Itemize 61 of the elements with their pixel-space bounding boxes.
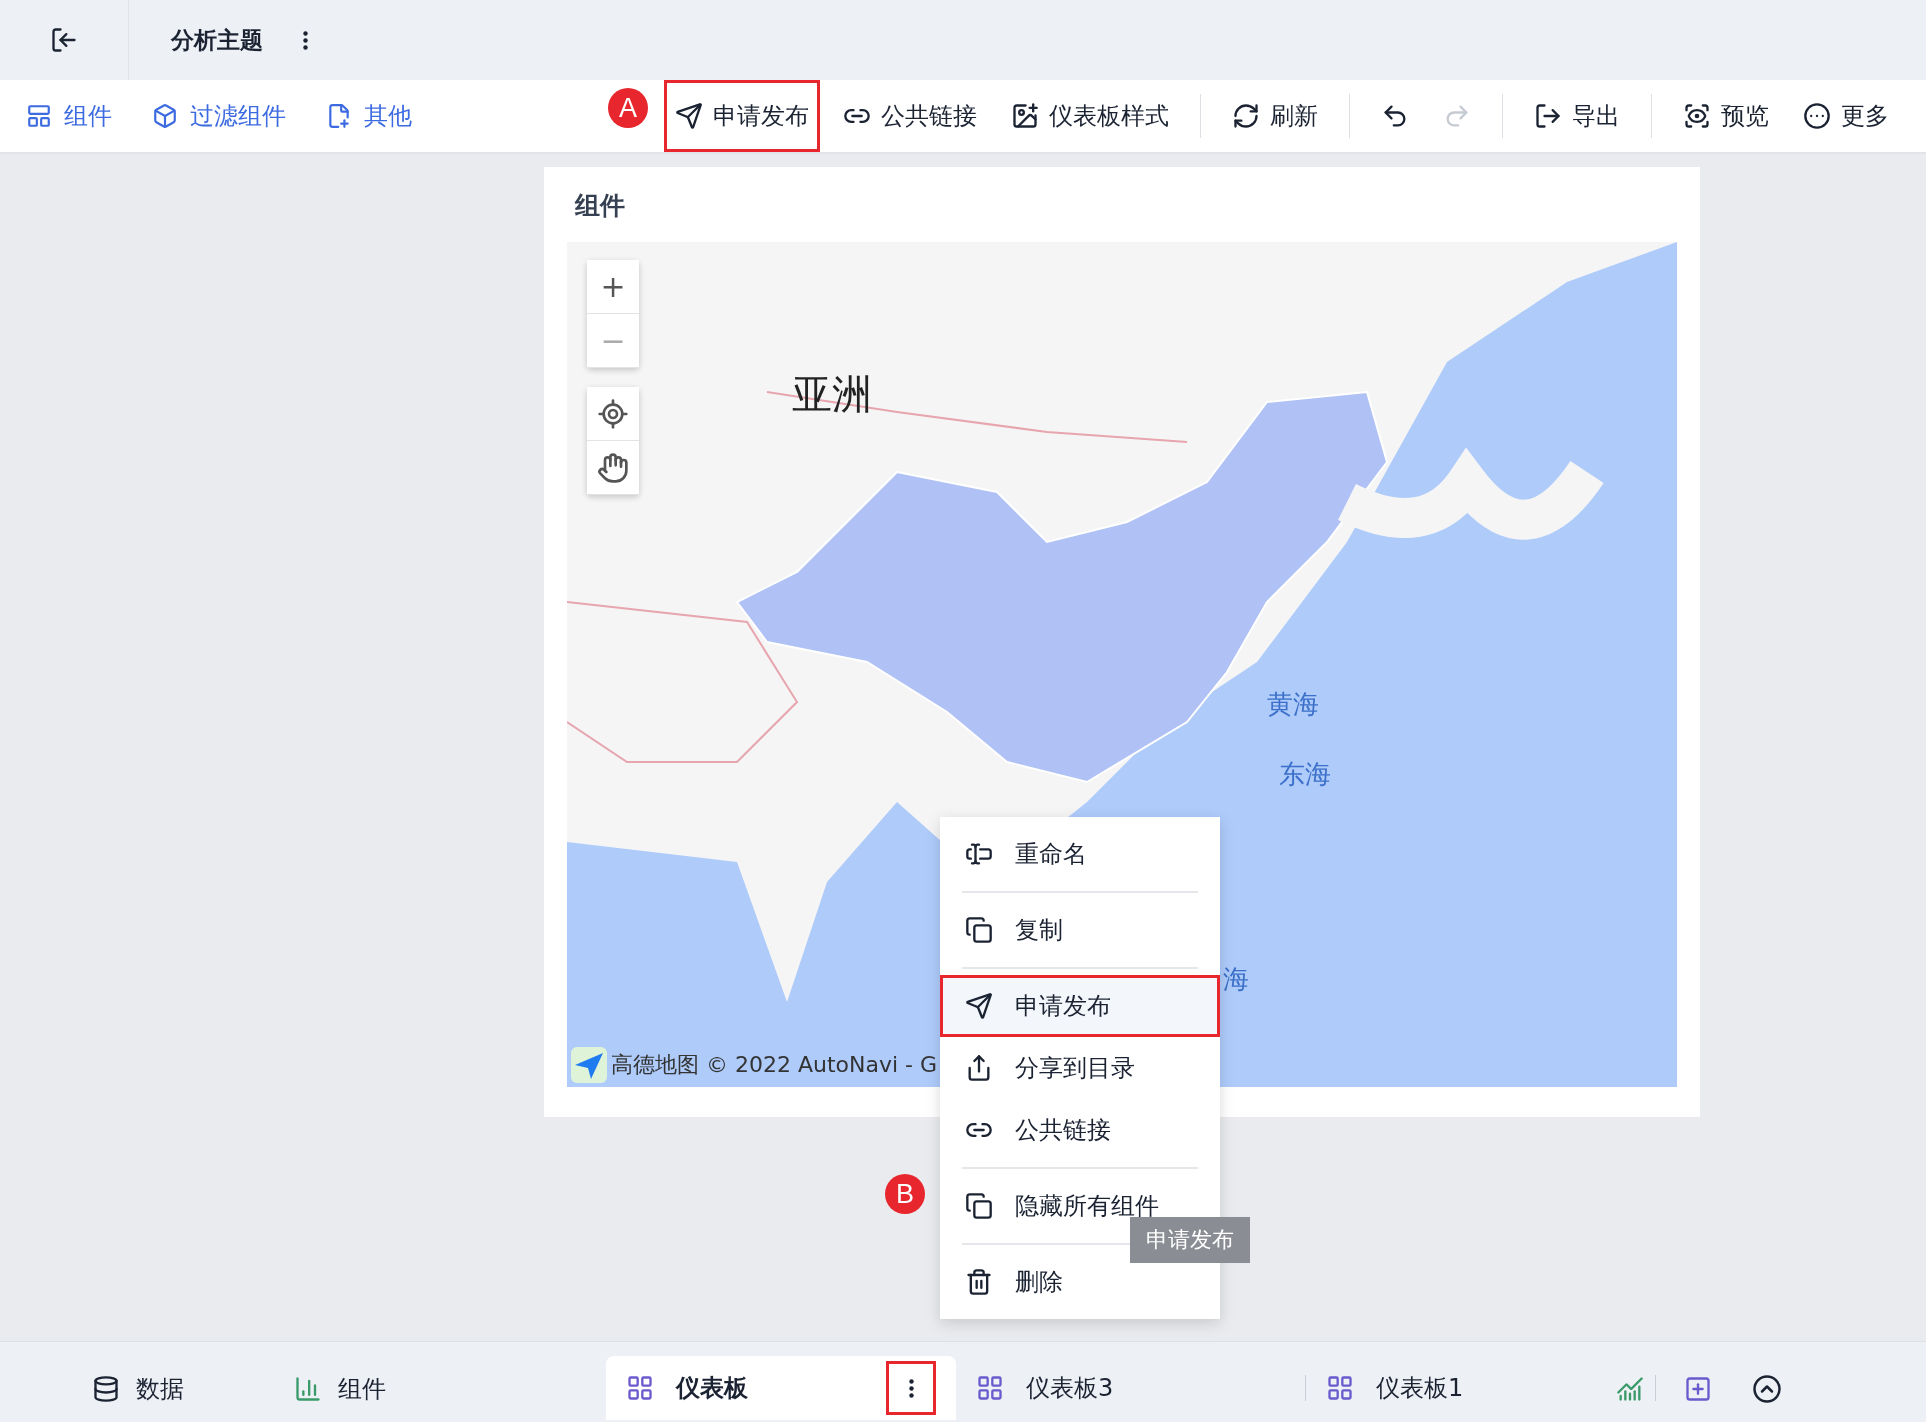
menu-icon <box>965 992 993 1020</box>
map-label: 黄海 <box>1267 688 1319 721</box>
widget-icon <box>326 103 352 129</box>
toolbar-icon <box>1011 102 1039 130</box>
toolbar-button[interactable]: 导出 <box>1523 80 1631 152</box>
hand-icon <box>597 451 629 484</box>
menu-item[interactable]: 申请发布 <box>940 975 1220 1037</box>
zoom-in-button[interactable]: + <box>587 260 639 314</box>
menu-item[interactable]: 公共链接 <box>940 1099 1220 1161</box>
add-chart-icon[interactable] <box>1616 1375 1644 1403</box>
more-icon <box>908 1378 914 1398</box>
toolbar-button[interactable]: 组件 <box>26 100 112 132</box>
compass-button[interactable] <box>587 387 639 441</box>
menu-icon <box>965 1192 993 1220</box>
tooltip: 申请发布 <box>1130 1217 1250 1263</box>
toolbar-button[interactable]: 公共链接 <box>832 80 988 152</box>
map-label: 东海 <box>1279 758 1331 791</box>
more-icon[interactable] <box>303 30 308 50</box>
map-attribution: 高德地图 © 2022 AutoNavi - G <box>611 1051 938 1079</box>
map-label: 海 <box>1223 963 1249 996</box>
map-logo-icon <box>571 1047 607 1083</box>
compass-icon <box>597 397 629 430</box>
bar-chart-icon <box>294 1375 322 1403</box>
toolbar-icon <box>1232 102 1260 130</box>
toolbar-button[interactable]: 刷新 <box>1221 80 1329 152</box>
menu-item[interactable]: 删除 <box>940 1251 1220 1313</box>
toolbar-button[interactable]: 其他 <box>326 100 412 132</box>
toolbar-icon <box>1683 102 1711 130</box>
toolbar-icon <box>1534 102 1562 130</box>
widget-icon <box>152 103 178 129</box>
menu-icon <box>965 916 993 944</box>
toolbar-button[interactable]: 预览 <box>1672 80 1780 152</box>
grid-icon <box>976 1374 1004 1402</box>
toolbar-button[interactable]: 仪表板样式 <box>1000 80 1180 152</box>
grid-icon <box>626 1374 654 1402</box>
map-label: 亚洲 <box>792 370 872 419</box>
exit-icon[interactable] <box>50 26 78 54</box>
toolbar-button[interactable]: 申请发布 <box>664 80 820 152</box>
toolbar-icon <box>675 102 703 130</box>
toolbar-button[interactable]: 过滤组件 <box>152 100 286 132</box>
database-icon <box>92 1375 120 1403</box>
pan-button[interactable] <box>587 441 639 495</box>
toolbar-button[interactable]: 更多 <box>1792 80 1900 152</box>
dashboard-tab[interactable]: 仪表板3 <box>976 1372 1229 1404</box>
callout-marker: A <box>608 88 648 128</box>
dashboard-tab[interactable]: 仪表板1 <box>1326 1372 1579 1404</box>
callout-marker: B <box>885 1174 925 1214</box>
widget-icon <box>26 103 52 129</box>
menu-item[interactable]: 复制 <box>940 899 1220 961</box>
menu-item[interactable]: 重命名 <box>940 823 1220 885</box>
nav-tab[interactable]: 数据 <box>92 1356 184 1422</box>
menu-item[interactable]: 分享到目录 <box>940 1037 1220 1099</box>
menu-icon <box>965 1268 993 1296</box>
card-title: 组件 <box>574 190 626 222</box>
add-dashboard-icon[interactable] <box>1684 1375 1712 1403</box>
grid-icon <box>1326 1374 1354 1402</box>
page-title: 分析主题 <box>171 25 263 55</box>
collapse-icon[interactable] <box>1752 1374 1782 1404</box>
nav-tab[interactable]: 组件 <box>294 1356 386 1422</box>
toolbar-icon <box>1803 102 1831 130</box>
tab-menu-button[interactable] <box>886 1361 936 1415</box>
